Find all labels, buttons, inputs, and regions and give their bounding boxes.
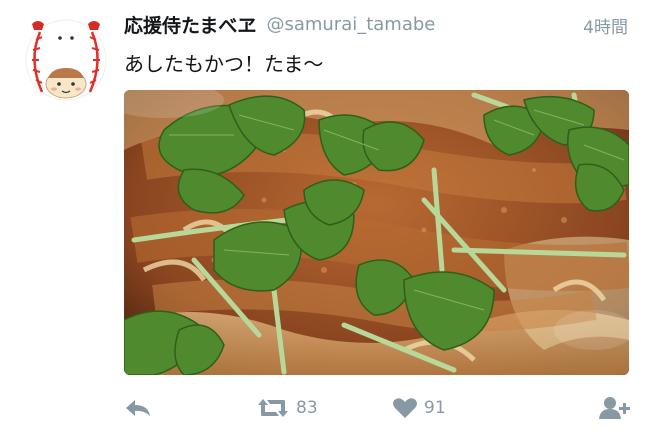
follow-button[interactable] <box>598 392 632 424</box>
baseball-mascot-icon <box>25 19 107 101</box>
like-button[interactable]: 91 <box>392 392 446 424</box>
retweet-count: 83 <box>296 398 318 418</box>
tweet-photo[interactable] <box>124 90 629 375</box>
katsudon-photo-image <box>124 90 629 375</box>
retweet-icon <box>258 399 288 417</box>
retweet-button[interactable]: 83 <box>256 392 318 424</box>
like-count: 91 <box>424 398 446 418</box>
tweet-text: あしたもかつ！たま〜 <box>124 52 324 76</box>
timestamp[interactable]: 4時間 <box>583 13 628 38</box>
tweet-header: 応援侍たまべヱ @samurai_tamabe 4時間 <box>124 10 630 39</box>
display-name[interactable]: 応援侍たまべヱ <box>124 11 256 38</box>
reply-icon <box>126 400 150 416</box>
heart-icon <box>393 398 417 418</box>
user-handle[interactable]: @samurai_tamabe <box>266 14 435 35</box>
reply-button[interactable] <box>124 392 152 424</box>
follow-icon <box>599 397 630 419</box>
tweet-actions: 83 91 <box>124 392 632 424</box>
tweet: 応援侍たまべヱ @samurai_tamabe 4時間 あしたもかつ！たま〜 8… <box>0 0 650 430</box>
avatar[interactable] <box>20 12 112 104</box>
